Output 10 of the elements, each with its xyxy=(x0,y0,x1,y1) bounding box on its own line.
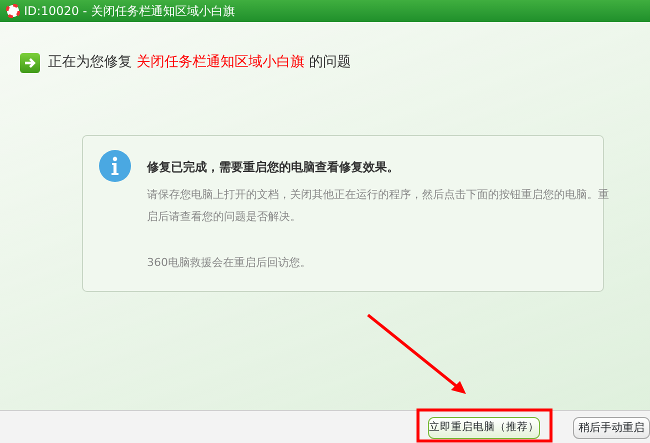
notice-body: 请保存您电脑上打开的文档，关闭其他正在运行的程序，然后点击下面的按钮重启您的电脑。重启后请查看您的问题是否解决。 xyxy=(147,187,610,225)
notice-title: 修复已完成，需要重启您的电脑查看修复效果。 xyxy=(147,159,400,176)
notice-note: 360电脑救援会在重启后回访您。 xyxy=(147,255,312,271)
info-icon xyxy=(99,150,131,182)
restart-later-button[interactable]: 稍后手动重启 xyxy=(573,417,650,439)
lifebuoy-icon xyxy=(6,4,20,18)
arrow-right-icon xyxy=(20,52,40,72)
restart-now-button[interactable]: 立即重启电脑（推荐） xyxy=(428,417,540,439)
repair-heading: 正在为您修复 关闭任务栏通知区域小白旗 的问题 xyxy=(48,53,351,72)
window-title: ID:10020 - 关闭任务栏通知区域小白旗 xyxy=(24,3,235,20)
